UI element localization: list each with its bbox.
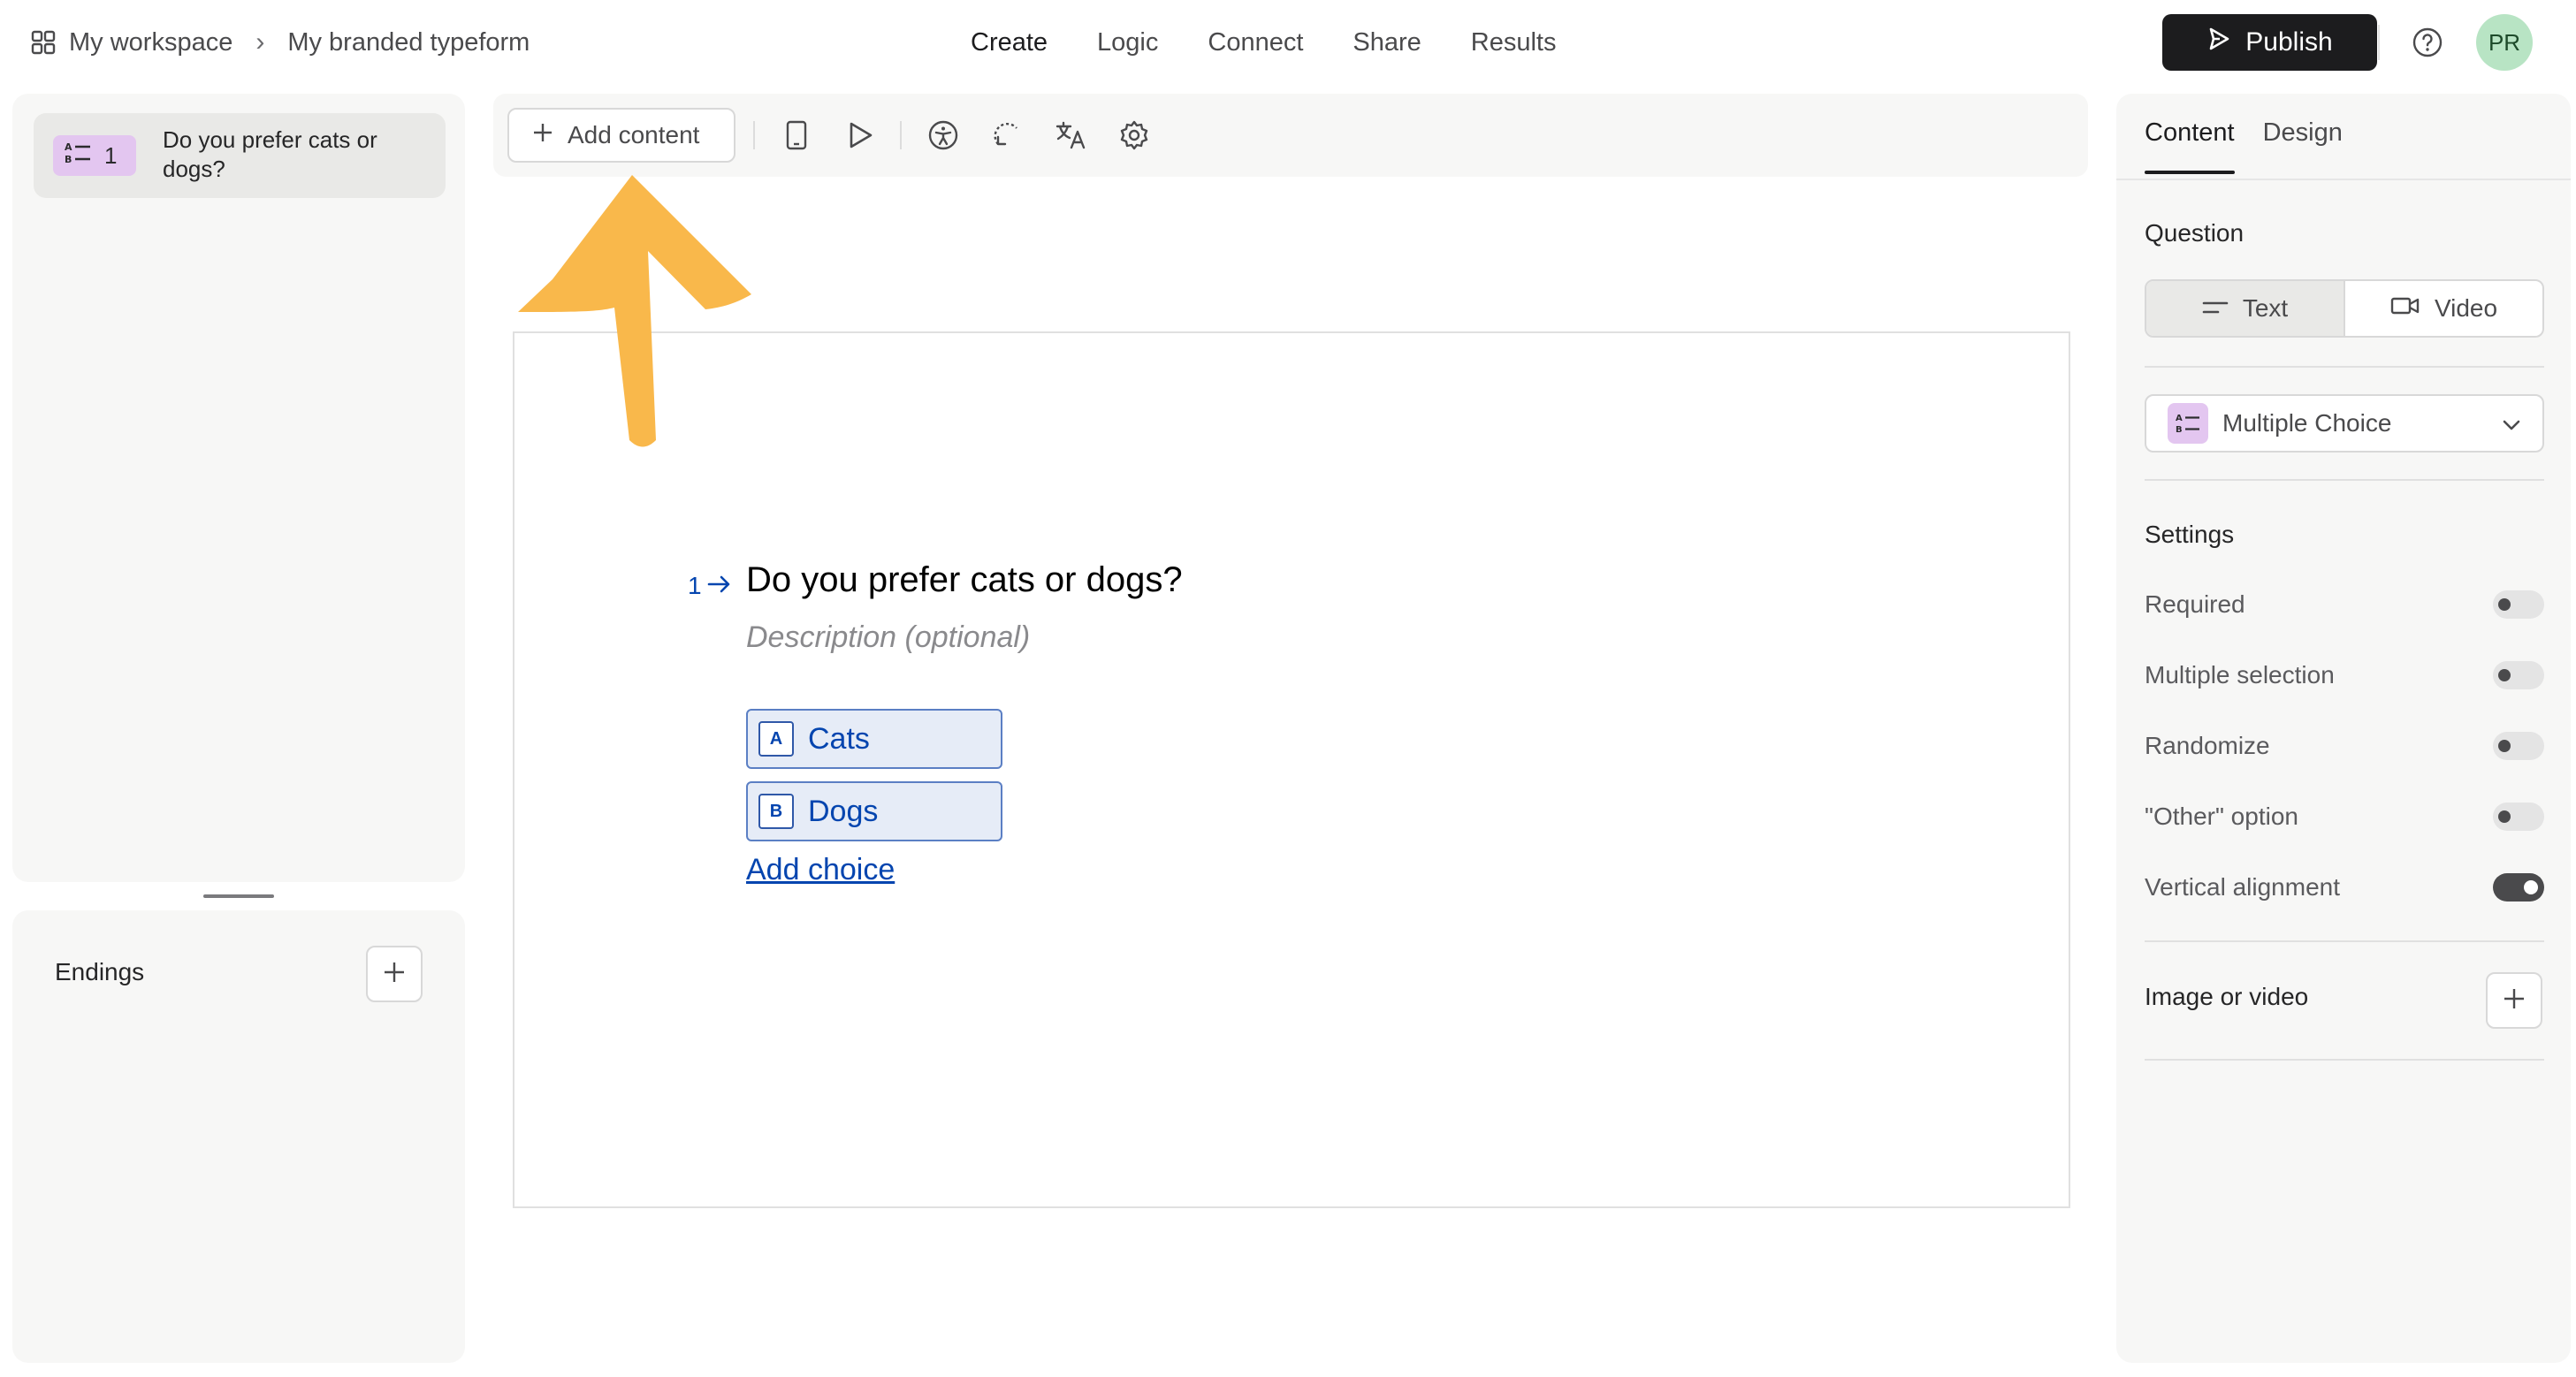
add-content-label: Add content bbox=[568, 121, 700, 148]
nav-share[interactable]: Share bbox=[1353, 28, 1421, 57]
plus-icon bbox=[2503, 987, 2526, 1015]
setting-other-option: "Other" option bbox=[2145, 799, 2544, 834]
question-title-input[interactable]: Do you prefer cats or dogs? bbox=[746, 560, 1183, 600]
question-list-item[interactable]: AB 1 Do you prefer cats or dogs? bbox=[34, 113, 446, 198]
setting-label: Required bbox=[2145, 590, 2245, 618]
tab-design[interactable]: Design bbox=[2263, 118, 2343, 174]
toolbar-divider bbox=[753, 121, 755, 149]
gear-icon[interactable] bbox=[1117, 118, 1151, 152]
multiple-selection-toggle[interactable] bbox=[2493, 661, 2544, 689]
svg-text:B: B bbox=[65, 154, 72, 165]
divider bbox=[2145, 940, 2544, 942]
breadcrumb-separator: › bbox=[255, 27, 265, 57]
help-icon[interactable] bbox=[2412, 27, 2443, 58]
breadcrumb-workspace-link[interactable]: My workspace bbox=[69, 28, 232, 57]
question-list-title: Do you prefer cats or dogs? bbox=[163, 126, 377, 182]
setting-label: Vertical alignment bbox=[2145, 873, 2341, 901]
svg-text:A: A bbox=[2176, 414, 2183, 423]
accessibility-icon[interactable] bbox=[926, 118, 960, 152]
text-lines-icon bbox=[2202, 294, 2229, 323]
breadcrumb-form-title[interactable]: My branded typeform bbox=[287, 28, 530, 57]
choice-option[interactable]: A Cats bbox=[746, 709, 1002, 769]
question-description-input[interactable]: Description (optional) bbox=[746, 620, 1030, 655]
endings-label: Endings bbox=[55, 958, 145, 985]
required-toggle[interactable] bbox=[2493, 590, 2544, 619]
editor-toolbar: Add content bbox=[493, 94, 2088, 177]
divider bbox=[2145, 366, 2544, 368]
choice-label: Dogs bbox=[808, 794, 879, 828]
arrow-right-icon bbox=[707, 572, 732, 600]
properties-panel: Content Design Question Text Video AB Mu… bbox=[2116, 94, 2571, 1363]
divider bbox=[2378, 25, 2380, 60]
avatar[interactable]: PR bbox=[2476, 14, 2533, 71]
tab-content[interactable]: Content bbox=[2145, 118, 2235, 174]
choice-label: Cats bbox=[808, 721, 870, 756]
question-number-indicator: 1 bbox=[688, 572, 732, 600]
setting-randomize: Randomize bbox=[2145, 728, 2544, 764]
top-bar: My workspace › My branded typeform Creat… bbox=[0, 0, 2576, 85]
question-type-badge: AB 1 bbox=[53, 135, 136, 176]
plus-icon bbox=[383, 961, 406, 988]
randomize-toggle[interactable] bbox=[2493, 732, 2544, 760]
image-or-video-label: Image or video bbox=[2145, 983, 2309, 1010]
question-number: 1 bbox=[104, 141, 118, 169]
chevron-down-icon bbox=[2500, 414, 2523, 443]
choice-option[interactable]: B Dogs bbox=[746, 781, 1002, 841]
setting-label: Multiple selection bbox=[2145, 661, 2335, 688]
svg-text:B: B bbox=[2176, 425, 2183, 435]
questions-panel: AB 1 Do you prefer cats or dogs? bbox=[12, 94, 465, 882]
add-ending-button[interactable] bbox=[366, 946, 423, 1002]
tabs-divider bbox=[2116, 179, 2571, 180]
workspace-grid-icon[interactable] bbox=[30, 29, 57, 56]
other-option-toggle[interactable] bbox=[2493, 803, 2544, 831]
question-number: 1 bbox=[688, 572, 702, 599]
nav-logic[interactable]: Logic bbox=[1097, 28, 1158, 57]
multiple-choice-icon: AB bbox=[2168, 403, 2208, 444]
form-canvas: 1 Do you prefer cats or dogs? Descriptio… bbox=[513, 331, 2070, 1208]
question-type-label: Multiple Choice bbox=[2222, 409, 2392, 437]
mobile-preview-icon[interactable] bbox=[780, 118, 813, 152]
format-video-option[interactable]: Video bbox=[2345, 281, 2542, 336]
nav-create[interactable]: Create bbox=[971, 28, 1048, 57]
format-text-option[interactable]: Text bbox=[2146, 281, 2345, 336]
settings-section-label: Settings bbox=[2145, 521, 2235, 548]
divider bbox=[2145, 479, 2544, 481]
toolbar-divider bbox=[900, 121, 902, 149]
setting-multiple-selection: Multiple selection bbox=[2145, 658, 2544, 693]
publish-button[interactable]: Publish bbox=[2162, 14, 2377, 71]
setting-label: Randomize bbox=[2145, 732, 2270, 759]
choice-key: B bbox=[758, 794, 794, 829]
main-nav: Create Logic Connect Share Results bbox=[971, 25, 1556, 60]
nav-connect[interactable]: Connect bbox=[1208, 28, 1303, 57]
format-video-label: Video bbox=[2434, 294, 2498, 322]
multiple-choice-icon: AB bbox=[64, 141, 92, 171]
translate-icon[interactable] bbox=[1054, 118, 1087, 152]
nav-results[interactable]: Results bbox=[1471, 28, 1557, 57]
video-camera-icon bbox=[2390, 294, 2420, 323]
play-icon[interactable] bbox=[843, 118, 877, 152]
choice-key: A bbox=[758, 721, 794, 757]
add-choice-link[interactable]: Add choice bbox=[746, 853, 895, 887]
plus-icon bbox=[532, 121, 553, 149]
breadcrumb: My workspace › My branded typeform bbox=[30, 25, 530, 60]
setting-label: "Other" option bbox=[2145, 803, 2298, 830]
endings-panel: Endings bbox=[12, 910, 465, 1363]
setting-vertical-alignment: Vertical alignment bbox=[2145, 870, 2544, 905]
properties-tabs: Content Design bbox=[2145, 118, 2343, 174]
add-content-button[interactable]: Add content bbox=[507, 108, 735, 163]
add-media-button[interactable] bbox=[2486, 972, 2542, 1029]
divider bbox=[2145, 1059, 2544, 1061]
panel-resize-handle[interactable] bbox=[203, 894, 274, 898]
question-format-toggle: Text Video bbox=[2145, 279, 2544, 338]
question-type-select[interactable]: AB Multiple Choice bbox=[2145, 394, 2544, 453]
format-text-label: Text bbox=[2242, 294, 2289, 322]
svg-text:A: A bbox=[65, 141, 72, 153]
refresh-icon[interactable] bbox=[990, 118, 1024, 152]
vertical-alignment-toggle[interactable] bbox=[2493, 873, 2544, 902]
setting-required: Required bbox=[2145, 587, 2544, 622]
annotation-arrow-icon bbox=[518, 175, 751, 447]
send-icon bbox=[2206, 27, 2231, 58]
publish-label: Publish bbox=[2245, 27, 2333, 57]
question-section-label: Question bbox=[2145, 219, 2244, 247]
